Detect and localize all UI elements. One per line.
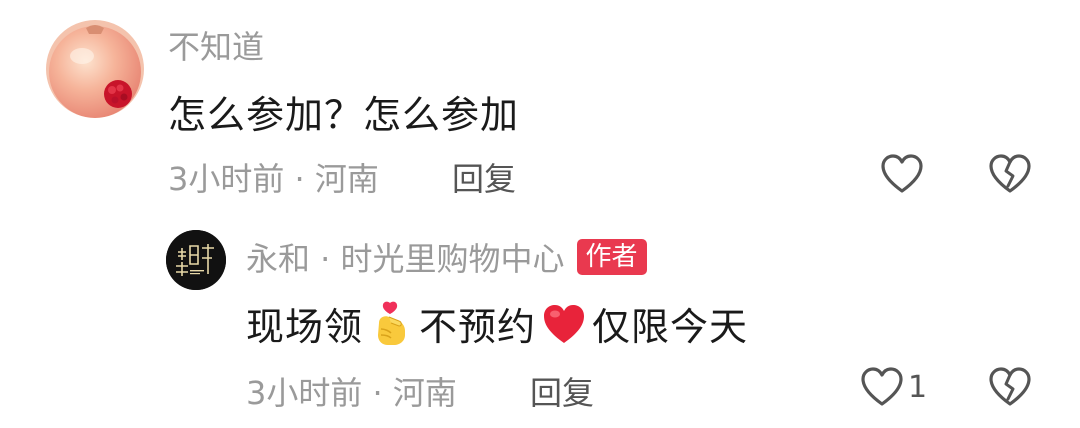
reply-button[interactable]: 回复 — [530, 368, 594, 414]
reply-item: 永和 · 时光里购物中心 作者 现场领 不预约 仅限今天 3小时前 · 河南 回… — [0, 220, 1080, 428]
reply-meta: 3小时前 · 河南 — [246, 374, 457, 412]
mall-logo-avatar-icon — [166, 230, 226, 290]
broken-heart-icon — [989, 367, 1031, 406]
reply-username[interactable]: 永和 · 时光里购物中心 — [246, 234, 565, 280]
reply-button[interactable]: 回复 — [452, 154, 516, 200]
comment-meta: 3小时前 · 河南 — [168, 160, 379, 198]
red-heart-emoji — [542, 301, 586, 347]
heart-outline-icon — [881, 154, 923, 193]
author-avatar[interactable] — [166, 230, 226, 290]
dislike-button[interactable] — [988, 153, 1032, 199]
like-count: 1 — [908, 369, 928, 405]
user-avatar[interactable] — [46, 20, 144, 118]
reply-username-row: 永和 · 时光里购物中心 作者 — [246, 234, 647, 280]
author-badge: 作者 — [576, 239, 647, 275]
heart-outline-icon — [861, 367, 903, 406]
pomegranate-avatar-icon — [46, 20, 144, 118]
dislike-button[interactable] — [988, 366, 1032, 412]
reply-text-part2: 不预约 — [419, 305, 537, 349]
comment-item: 不知道 怎么参加？怎么参加 3小时前 · 河南 回复 — [0, 0, 1080, 220]
like-button[interactable]: 1 — [860, 366, 927, 408]
reply-text-part3: 仅限今天 — [592, 305, 749, 349]
comment-text: 怎么参加？怎么参加 — [168, 93, 520, 137]
reply-text-part1: 现场领 — [246, 305, 364, 349]
comment-username[interactable]: 不知道 — [168, 22, 264, 68]
broken-heart-icon — [989, 154, 1031, 193]
like-button[interactable] — [880, 153, 924, 195]
finger-heart-emoji — [369, 301, 413, 347]
reply-text: 现场领 不预约 仅限今天 — [246, 296, 748, 351]
